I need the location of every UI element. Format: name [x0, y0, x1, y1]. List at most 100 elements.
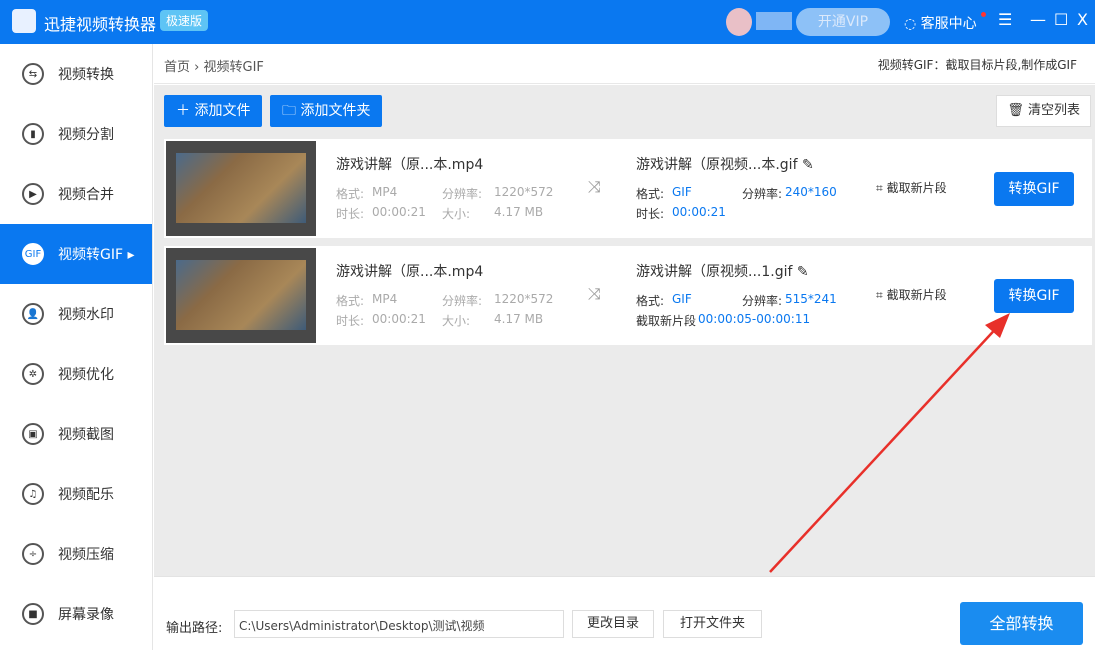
split-icon: ▮ — [22, 123, 44, 145]
minimize-button[interactable]: — — [1030, 10, 1046, 29]
sidebar-label: 视频分割 — [58, 127, 114, 143]
label: 大小: — [442, 314, 471, 328]
app-title: 迅捷视频转换器 — [44, 15, 157, 34]
label: 时长: — [336, 207, 365, 221]
label: 时长: — [636, 207, 665, 221]
label: 格式: — [636, 187, 665, 201]
output-duration: 00:00:21 — [672, 205, 726, 219]
convert-gif-button[interactable]: 转换GIF — [994, 279, 1074, 313]
source-duration: 00:00:21 — [372, 205, 426, 219]
menu-icon[interactable]: ☰ — [998, 10, 1012, 29]
source-format: MP4 — [372, 292, 398, 306]
source-name: 游戏讲解（原...本.mp4 — [336, 264, 484, 280]
output-resolution[interactable]: 515*241 — [785, 292, 837, 306]
close-button[interactable]: X — [1077, 10, 1088, 29]
username-blurred — [756, 12, 792, 30]
label: 分辨率: — [742, 187, 783, 201]
breadcrumb-current: 视频转GIF — [203, 60, 264, 75]
sidebar-item-convert[interactable]: ⇆ 视频转换 — [0, 44, 152, 104]
label: 时长: — [336, 314, 365, 328]
watermark-icon: 👤 — [22, 303, 44, 325]
source-size: 4.17 MB — [494, 312, 544, 326]
label: 大小: — [442, 207, 471, 221]
add-file-button[interactable]: ＋ 添加文件 — [164, 95, 263, 127]
maximize-button[interactable]: ☐ — [1054, 10, 1068, 29]
optimize-icon: ✲ — [22, 363, 44, 385]
sidebar-item-record[interactable]: ■ 屏幕录像 — [0, 584, 152, 644]
output-resolution[interactable]: 240*160 — [785, 185, 837, 199]
source-size: 4.17 MB — [494, 205, 544, 219]
convert-gif-button[interactable]: 转换GIF — [994, 172, 1074, 206]
sidebar-label: 视频水印 — [58, 307, 114, 323]
label: 分辨率: — [442, 187, 483, 201]
sidebar: ⇆ 视频转换 ▮ 视频分割 ▶ 视频合并 GIF 视频转GIF ▸ 👤 视频水印 ✲ 视频优… — [0, 44, 153, 650]
label: 截取新片段 — [636, 314, 697, 328]
record-icon: ■ — [22, 603, 44, 625]
source-duration: 00:00:21 — [372, 312, 426, 326]
gif-icon: GIF — [22, 243, 44, 265]
avatar[interactable] — [726, 8, 752, 36]
output-format[interactable]: GIF — [672, 292, 692, 306]
video-thumbnail — [166, 248, 316, 343]
sidebar-item-gif[interactable]: GIF 视频转GIF ▸ — [0, 224, 152, 284]
screenshot-icon: ▣ — [22, 423, 44, 445]
compress-icon: ÷ — [22, 543, 44, 565]
source-resolution: 1220*572 — [494, 185, 554, 199]
shuffle-icon: ⤨ — [588, 284, 601, 303]
sidebar-label: 视频配乐 — [58, 487, 114, 503]
title-bar: 迅捷视频转换器 极速版 开通VIP ◌ 客服中心 ☰ — ☐ X — [0, 0, 1095, 44]
output-path-field[interactable]: C:\Users\Administrator\Desktop\测试\视频 — [234, 610, 564, 638]
label: 格式: — [336, 187, 365, 201]
sidebar-item-merge[interactable]: ▶ 视频合并 — [0, 164, 152, 224]
breadcrumb: 首页 › 视频转GIF 视频转GIF：截取目标片段,制作成GIF — [154, 44, 1095, 84]
output-format[interactable]: GIF — [672, 185, 692, 199]
music-icon: ♫ — [22, 483, 44, 505]
app-logo-icon — [12, 9, 36, 33]
clear-list-button[interactable]: 🗑 清空列表 — [996, 95, 1091, 127]
sidebar-label: 视频截图 — [58, 427, 114, 443]
source-name: 游戏讲解（原...本.mp4 — [336, 157, 484, 173]
file-list-area: ＋ 添加文件 🗀 添加文件夹 🗑 清空列表 游戏讲解（原...本.mp4 格式:… — [154, 85, 1095, 576]
vip-button[interactable]: 开通VIP — [796, 8, 890, 36]
edition-badge: 极速版 — [160, 10, 209, 31]
sidebar-item-compress[interactable]: ÷ 视频压缩 — [0, 524, 152, 584]
sidebar-item-screenshot[interactable]: ▣ 视频截图 — [0, 404, 152, 464]
customer-service-button[interactable]: ◌ 客服中心 — [904, 13, 977, 33]
page-hint: 视频转GIF：截取目标片段,制作成GIF — [877, 58, 1077, 72]
label: 格式: — [636, 294, 665, 308]
label: 分辨率: — [742, 294, 783, 308]
source-format: MP4 — [372, 185, 398, 199]
sidebar-item-watermark[interactable]: 👤 视频水印 — [0, 284, 152, 344]
breadcrumb-home[interactable]: 首页 — [164, 60, 190, 75]
video-thumbnail — [166, 141, 316, 236]
notification-dot — [981, 12, 986, 17]
sidebar-label: 视频合并 — [58, 187, 114, 203]
output-path-label: 输出路径: — [166, 621, 223, 636]
footer: 输出路径: C:\Users\Administrator\Desktop\测试\… — [154, 576, 1095, 650]
output-name[interactable]: 游戏讲解（原视频...本.gif ✎ — [636, 154, 814, 174]
sidebar-item-music[interactable]: ♫ 视频配乐 — [0, 464, 152, 524]
service-label: 客服中心 — [920, 16, 977, 32]
label: 分辨率: — [442, 294, 483, 308]
convert-icon: ⇆ — [22, 63, 44, 85]
shuffle-icon: ⤨ — [588, 177, 601, 196]
add-folder-button[interactable]: 🗀 添加文件夹 — [270, 95, 383, 127]
file-row: 游戏讲解（原...本.mp4 格式: MP4 分辨率: 1220*572 时长: 00… — [164, 139, 1092, 238]
open-folder-button[interactable]: 打开文件夹 — [663, 610, 763, 638]
convert-all-button[interactable]: 全部转换 — [960, 602, 1083, 645]
source-resolution: 1220*572 — [494, 292, 554, 306]
cut-segment-button[interactable]: ⌗ 截取新片段 — [876, 286, 947, 303]
sidebar-label: 屏幕录像 — [58, 607, 114, 623]
sidebar-item-split[interactable]: ▮ 视频分割 — [0, 104, 152, 164]
sidebar-label: 视频压缩 — [58, 547, 114, 563]
change-directory-button[interactable]: 更改目录 — [572, 610, 655, 638]
sidebar-label: 视频优化 — [58, 367, 114, 383]
file-row: 游戏讲解（原...本.mp4 格式: MP4 分辨率: 1220*572 时长: 00… — [164, 246, 1092, 345]
merge-icon: ▶ — [22, 183, 44, 205]
breadcrumb-sep: › — [194, 60, 200, 75]
label: 格式: — [336, 294, 365, 308]
sidebar-label: 视频转换 — [58, 67, 114, 83]
output-name[interactable]: 游戏讲解（原视频...1.gif ✎ — [636, 261, 809, 281]
cut-segment-button[interactable]: ⌗ 截取新片段 — [876, 179, 947, 196]
sidebar-item-optimize[interactable]: ✲ 视频优化 — [0, 344, 152, 404]
